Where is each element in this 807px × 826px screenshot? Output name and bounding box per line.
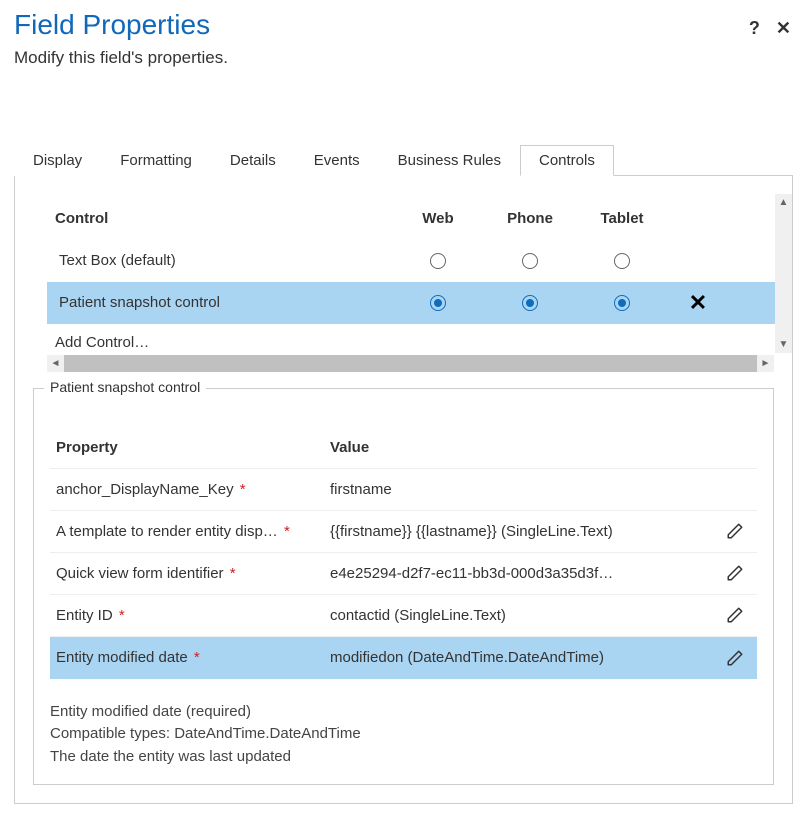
property-row[interactable]: A template to render entity disp… *{{fir… (50, 511, 757, 553)
tab-events[interactable]: Events (295, 145, 379, 176)
control-row[interactable]: Text Box (default) (47, 240, 775, 282)
properties-header-row: Property Value (50, 427, 757, 469)
close-icon[interactable]: ✕ (776, 18, 791, 39)
controls-area: Control Web Phone Tablet Text Box (defau… (15, 176, 792, 353)
property-row[interactable]: Entity modified date *modifiedon (DateAn… (50, 637, 757, 679)
radio-web-cell (392, 252, 484, 269)
scroll-track[interactable] (64, 355, 757, 372)
controls-table: Control Web Phone Tablet Text Box (defau… (47, 198, 775, 353)
required-asterisk-icon: * (119, 607, 125, 624)
page-subtitle: Modify this field's properties. (14, 48, 749, 68)
tab-business-rules[interactable]: Business Rules (379, 145, 520, 176)
col-header-value: Value (330, 439, 713, 456)
radio-phone[interactable] (522, 253, 538, 269)
col-header-tablet: Tablet (576, 210, 668, 227)
edit-icon[interactable] (726, 648, 744, 664)
property-edit-cell (713, 606, 757, 624)
radio-phone-cell (484, 294, 576, 311)
property-name: Entity ID * (50, 607, 330, 624)
control-properties-fieldset: Patient snapshot control Property Value … (33, 388, 774, 786)
radio-web[interactable] (430, 253, 446, 269)
horizontal-scrollbar[interactable]: ◄ ► (47, 355, 774, 372)
property-name: Quick view form identifier * (50, 565, 330, 582)
controls-header-row: Control Web Phone Tablet (47, 198, 775, 240)
add-control-link[interactable]: Add Control… (47, 324, 775, 353)
tab-details[interactable]: Details (211, 145, 295, 176)
property-edit-cell (713, 522, 757, 540)
property-name: anchor_DisplayName_Key * (50, 481, 330, 498)
property-name: Entity modified date * (50, 649, 330, 666)
vertical-scrollbar[interactable]: ▲ ▼ (775, 194, 792, 353)
col-header-web: Web (392, 210, 484, 227)
property-value: firstname (330, 481, 713, 498)
property-help-block: Entity modified date (required) Compatib… (50, 701, 757, 769)
property-value: {{firstname}} {{lastname}} (SingleLine.T… (330, 523, 713, 540)
header-actions: ? ✕ (749, 8, 793, 39)
property-row[interactable]: anchor_DisplayName_Key *firstname (50, 469, 757, 511)
radio-tablet-cell (576, 294, 668, 311)
edit-icon[interactable] (726, 522, 744, 538)
dialog-header: Field Properties Modify this field's pro… (0, 0, 807, 72)
help-line-2: Compatible types: DateAndTime.DateAndTim… (50, 723, 757, 746)
property-value: modifiedon (DateAndTime.DateAndTime) (330, 649, 713, 666)
properties-table: Property Value anchor_DisplayName_Key *f… (50, 427, 757, 679)
tab-bar: DisplayFormattingDetailsEventsBusiness R… (14, 144, 793, 176)
radio-phone-cell (484, 252, 576, 269)
edit-icon[interactable] (726, 564, 744, 580)
required-asterisk-icon: * (230, 565, 236, 582)
tab-controls[interactable]: Controls (520, 145, 614, 176)
delete-control-icon[interactable]: ✕ (689, 290, 707, 315)
scroll-left-icon[interactable]: ◄ (47, 355, 64, 372)
scroll-up-icon[interactable]: ▲ (775, 194, 792, 211)
delete-cell: ✕ (668, 292, 728, 314)
controls-table-wrap: Control Web Phone Tablet Text Box (defau… (15, 176, 775, 353)
page-title: Field Properties (14, 8, 749, 42)
help-line-3: The date the entity was last updated (50, 746, 757, 769)
control-name: Text Box (default) (47, 252, 392, 269)
required-asterisk-icon: * (284, 523, 290, 540)
radio-tablet[interactable] (614, 295, 630, 311)
radio-tablet[interactable] (614, 253, 630, 269)
radio-web-cell (392, 294, 484, 311)
header-left: Field Properties Modify this field's pro… (14, 8, 749, 68)
radio-phone[interactable] (522, 295, 538, 311)
property-edit-cell (713, 648, 757, 666)
property-row[interactable]: Entity ID *contactid (SingleLine.Text) (50, 595, 757, 637)
tab-content: Control Web Phone Tablet Text Box (defau… (14, 176, 793, 805)
edit-icon[interactable] (726, 606, 744, 622)
radio-tablet-cell (576, 252, 668, 269)
control-row[interactable]: Patient snapshot control ✕ (47, 282, 775, 324)
tab-display[interactable]: Display (14, 145, 101, 176)
control-name: Patient snapshot control (47, 294, 392, 311)
col-header-control: Control (47, 210, 392, 227)
fieldset-legend: Patient snapshot control (44, 379, 206, 395)
tab-formatting[interactable]: Formatting (101, 145, 211, 176)
col-header-property: Property (50, 439, 330, 456)
scroll-down-icon[interactable]: ▼ (775, 336, 792, 353)
property-edit-cell (713, 564, 757, 582)
required-asterisk-icon: * (194, 649, 200, 666)
property-value: e4e25294-d2f7-ec11-bb3d-000d3a35d3f… (330, 565, 713, 582)
col-header-phone: Phone (484, 210, 576, 227)
property-name: A template to render entity disp… * (50, 523, 330, 540)
scroll-right-icon[interactable]: ► (757, 355, 774, 372)
radio-web[interactable] (430, 295, 446, 311)
property-row[interactable]: Quick view form identifier *e4e25294-d2f… (50, 553, 757, 595)
help-icon[interactable]: ? (749, 18, 760, 39)
property-value: contactid (SingleLine.Text) (330, 607, 713, 624)
required-asterisk-icon: * (240, 481, 246, 498)
help-line-1: Entity modified date (required) (50, 701, 757, 724)
